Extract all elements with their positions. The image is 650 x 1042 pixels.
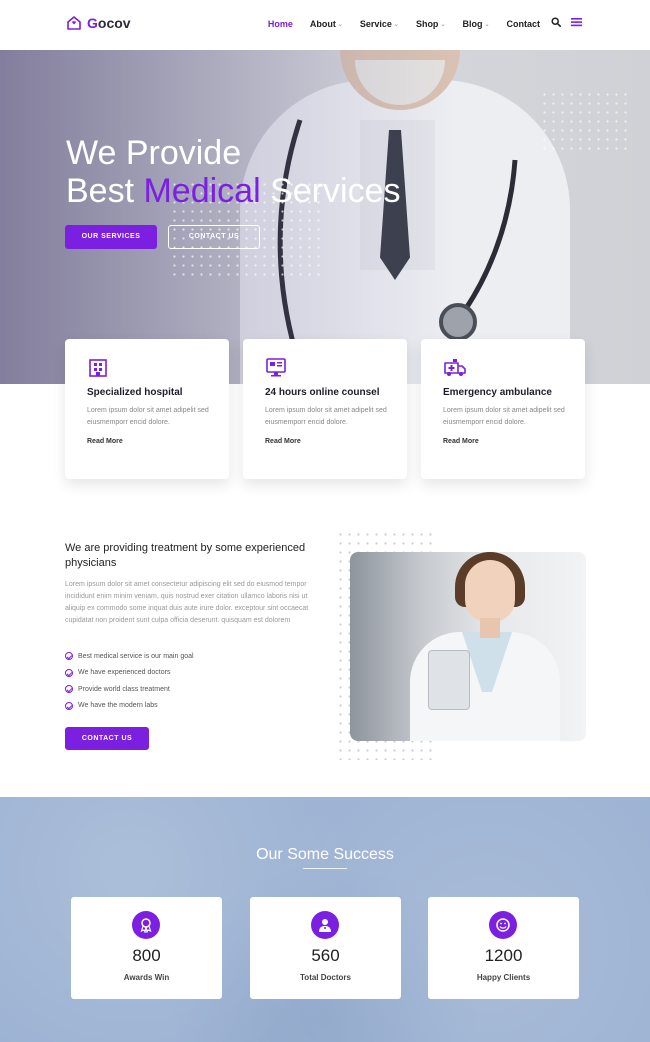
stat-label: Happy Clients bbox=[476, 973, 531, 982]
chevron-down-icon: ⌄ bbox=[440, 21, 446, 28]
checklist-item: We have the modern labs bbox=[65, 698, 194, 715]
checklist-item-text: We have the modern labs bbox=[78, 702, 158, 710]
nav-item-about[interactable]: About ⌄ bbox=[310, 19, 343, 29]
main-menu: Home About ⌄ Service ⌄ Shop ⌄ Blog ⌄ Contact bbox=[251, 19, 540, 29]
hero-dot-pattern bbox=[540, 90, 630, 150]
hero-contact-button[interactable]: CONTACT US bbox=[168, 225, 260, 249]
title-underline bbox=[303, 868, 347, 869]
smile-icon bbox=[489, 911, 517, 939]
hero-banner bbox=[0, 50, 650, 384]
chevron-down-icon: ⌄ bbox=[484, 21, 490, 28]
checklist-item: We have experienced doctors bbox=[65, 665, 194, 682]
checklist-item-text: Provide world class treatment bbox=[78, 685, 170, 693]
hospital-icon bbox=[89, 359, 107, 377]
feature-checklist: Best medical service is our main goal We… bbox=[65, 648, 194, 714]
stat-card-doctors: 560 Total Doctors bbox=[250, 897, 401, 999]
chevron-down-icon: ⌄ bbox=[337, 21, 343, 28]
feature-card-text: Lorem ipsum dolor sit amet adipelit sed … bbox=[443, 407, 565, 426]
about-body-text: Lorem ipsum dolor sit amet consectetur a… bbox=[65, 581, 309, 624]
nurse-face bbox=[465, 560, 515, 622]
nurse-tablet bbox=[428, 650, 470, 710]
read-more-link[interactable]: Read More bbox=[443, 438, 479, 445]
nav-item-service-label: Service bbox=[359, 19, 392, 29]
nav-item-shop-label: Shop bbox=[415, 19, 439, 29]
check-circle-icon bbox=[65, 668, 73, 677]
nav-item-home-label: Home bbox=[267, 19, 293, 29]
nurse-neck bbox=[480, 618, 500, 638]
feature-card-text: Lorem ipsum dolor sit amet adipelit sed … bbox=[265, 407, 387, 426]
nav-item-shop[interactable]: Shop ⌄ bbox=[416, 19, 446, 29]
feature-card-text: Lorem ipsum dolor sit amet adipelit sed … bbox=[87, 407, 209, 426]
hamburger-menu-icon[interactable] bbox=[571, 17, 582, 27]
nav-icons bbox=[551, 17, 582, 27]
stat-value: 560 bbox=[311, 946, 340, 965]
check-circle-icon bbox=[65, 652, 73, 661]
stat-value: 800 bbox=[132, 946, 161, 965]
ambulance-icon bbox=[444, 359, 466, 376]
feature-card-online-counsel[interactable]: 24 hours online counsel Lorem ipsum dolo… bbox=[243, 339, 407, 479]
monitor-icon bbox=[266, 358, 286, 377]
nav-item-contact[interactable]: Contact bbox=[507, 19, 541, 29]
checklist-item-text: We have experienced doctors bbox=[78, 669, 171, 677]
nav-item-service[interactable]: Service ⌄ bbox=[360, 19, 399, 29]
search-icon[interactable] bbox=[551, 17, 561, 27]
logo-text-accent: G bbox=[87, 15, 98, 31]
read-more-link[interactable]: Read More bbox=[87, 438, 123, 445]
logo[interactable]: Gocov bbox=[66, 15, 131, 31]
top-navigation: Gocov Home About ⌄ Service ⌄ Shop ⌄ Blog ⌄ C… bbox=[0, 0, 650, 50]
hero-title-line2-suffix: Services bbox=[260, 172, 401, 210]
about-contact-button[interactable]: CONTACT US bbox=[65, 727, 149, 750]
stat-value: 1200 bbox=[484, 946, 523, 965]
logo-text: Gocov bbox=[87, 15, 131, 31]
checklist-item: Provide world class treatment bbox=[65, 681, 194, 698]
stat-label: Awards Win bbox=[123, 973, 170, 982]
nav-item-home[interactable]: Home bbox=[268, 19, 293, 29]
about-title: We are providing treatment by some exper… bbox=[65, 542, 306, 569]
stat-card-awards: 800 Awards Win bbox=[71, 897, 222, 999]
about-photo-nurse bbox=[350, 552, 586, 741]
check-circle-icon bbox=[65, 685, 73, 694]
nav-item-about-label: About bbox=[309, 19, 336, 29]
our-services-button[interactable]: OUR SERVICES bbox=[65, 225, 157, 249]
checklist-item: Best medical service is our main goal bbox=[65, 648, 194, 665]
stat-label: Total Doctors bbox=[300, 973, 351, 982]
hero-title-line2-prefix: Best bbox=[66, 172, 144, 210]
read-more-link[interactable]: Read More bbox=[265, 438, 301, 445]
feature-card-specialized-hospital[interactable]: Specialized hospital Lorem ipsum dolor s… bbox=[65, 339, 229, 479]
award-icon bbox=[132, 911, 160, 939]
logo-text-rest: ocov bbox=[97, 15, 131, 31]
feature-card-title: Specialized hospital bbox=[87, 387, 183, 398]
checklist-item-text: Best medical service is our main goal bbox=[78, 652, 194, 660]
success-title: Our Some Success bbox=[256, 846, 394, 863]
stat-card-clients: 1200 Happy Clients bbox=[428, 897, 579, 999]
nav-item-blog-label: Blog bbox=[462, 19, 483, 29]
hero-title-accent: Medical bbox=[143, 172, 261, 210]
hero-title-line1: We Provide bbox=[66, 134, 242, 172]
chevron-down-icon: ⌄ bbox=[393, 21, 399, 28]
nav-item-blog[interactable]: Blog ⌄ bbox=[462, 19, 489, 29]
feature-card-emergency-ambulance[interactable]: Emergency ambulance Lorem ipsum dolor si… bbox=[421, 339, 585, 479]
house-logo-icon bbox=[67, 16, 81, 30]
nav-item-contact-label: Contact bbox=[506, 19, 541, 29]
feature-card-title: Emergency ambulance bbox=[443, 387, 552, 398]
feature-card-title: 24 hours online counsel bbox=[265, 387, 380, 398]
check-circle-icon bbox=[65, 701, 73, 710]
hero-title: We Provide Best Medical Services bbox=[66, 134, 400, 210]
doctor-icon bbox=[311, 911, 339, 939]
